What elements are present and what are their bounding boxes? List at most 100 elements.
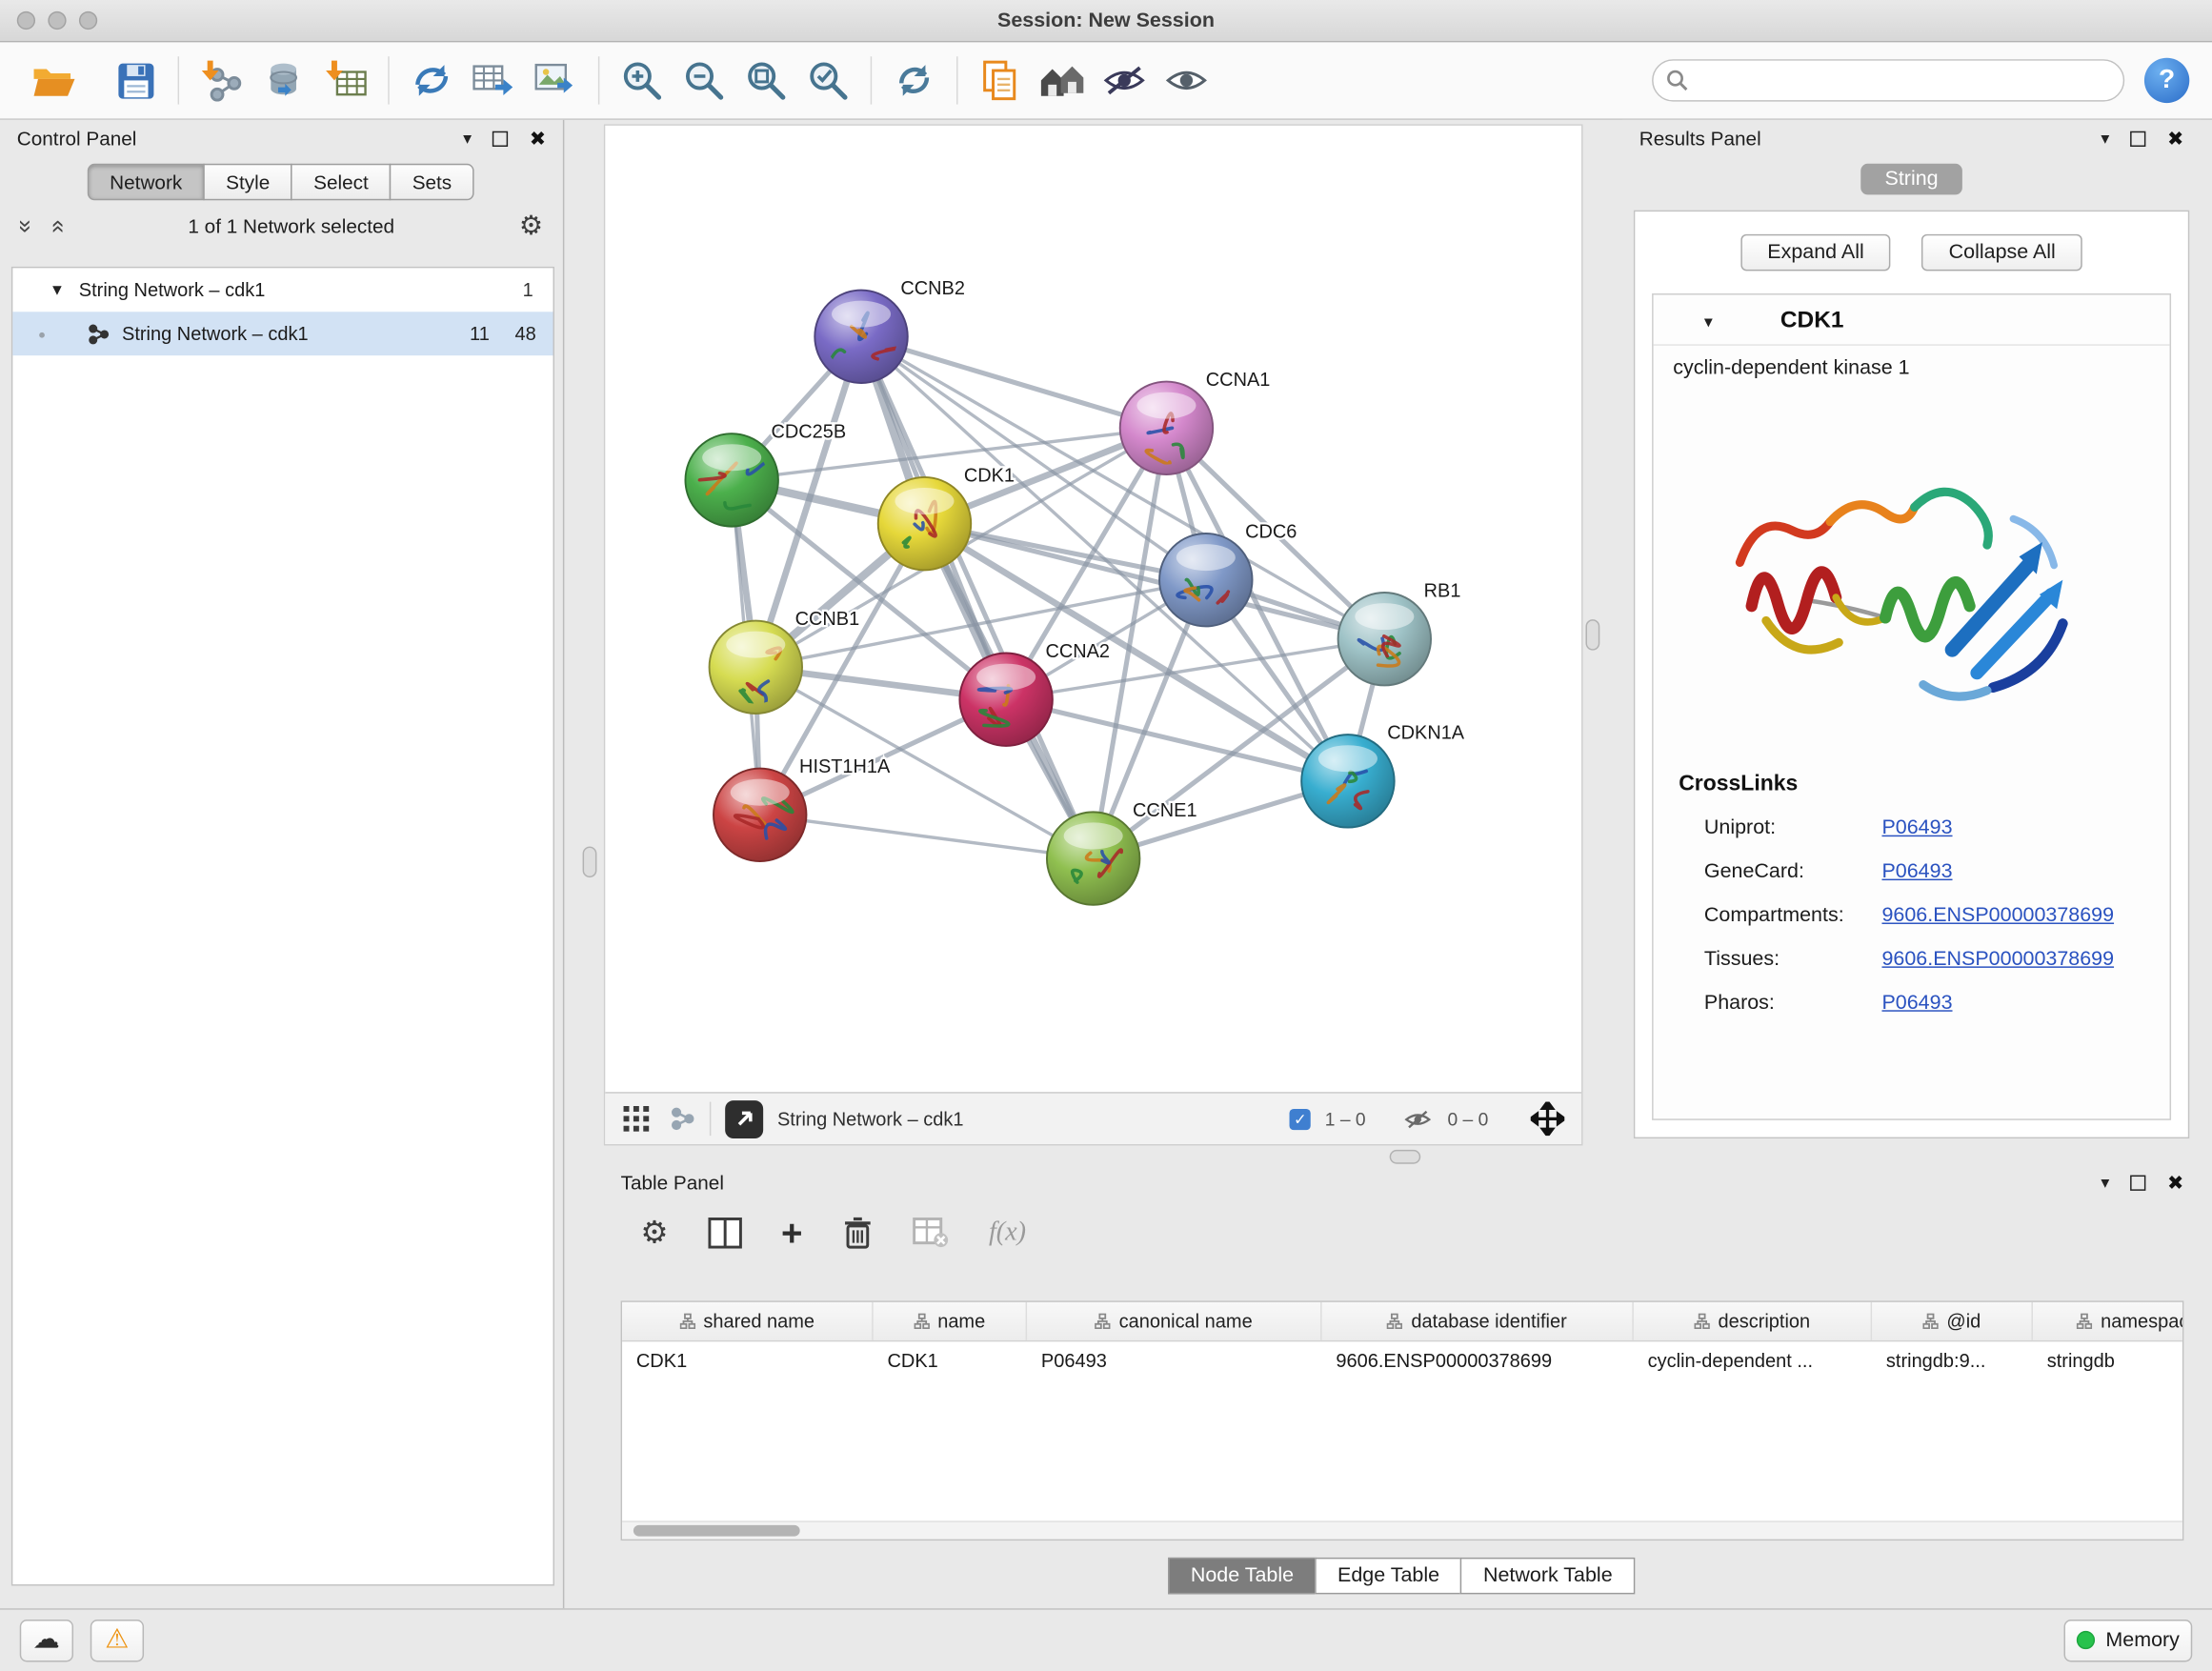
zoom-selected-button[interactable]	[797, 50, 859, 111]
close-panel-icon[interactable]: ✖	[2167, 129, 2183, 149]
crosslink-link[interactable]: 9606.ENSP00000378699	[1881, 903, 2114, 926]
column-header-canonical-name[interactable]: canonical name	[1027, 1302, 1322, 1340]
scrollbar-thumb[interactable]	[633, 1525, 800, 1537]
selected-checkbox-icon[interactable]: ✓	[1290, 1108, 1311, 1129]
zoom-in-button[interactable]	[611, 50, 673, 111]
import-database-button[interactable]	[252, 50, 314, 111]
crosslink-link[interactable]: P06493	[1881, 816, 1952, 839]
control-tab-style[interactable]: Style	[203, 164, 292, 201]
import-table-button[interactable]	[314, 50, 376, 111]
copy-button[interactable]	[969, 50, 1031, 111]
search-input[interactable]	[1652, 59, 2124, 101]
expand-all-icon[interactable]: »	[45, 219, 69, 232]
cloud-status-button[interactable]: ☁	[20, 1619, 73, 1661]
collapse-all-icon[interactable]: »	[14, 219, 38, 232]
minimize-window-button[interactable]	[48, 11, 66, 30]
export-image-button[interactable]	[525, 50, 587, 111]
network-edge[interactable]	[861, 336, 1094, 858]
collapse-all-button[interactable]: Collapse All	[1921, 234, 2081, 272]
table-tab-node-table[interactable]: Node Table	[1168, 1558, 1317, 1595]
clone-network-button[interactable]	[401, 50, 463, 111]
hidden-eye-slash-icon[interactable]	[1402, 1108, 1434, 1129]
table-row[interactable]: CDK1CDK1P064939606.ENSP00000378699cyclin…	[622, 1341, 2182, 1379]
table-settings-gear-icon[interactable]: ⚙	[640, 1218, 668, 1249]
close-panel-icon[interactable]: ✖	[530, 129, 546, 149]
column-header-database-identifier[interactable]: database identifier	[1322, 1302, 1634, 1340]
column-header-shared-name[interactable]: shared name	[622, 1302, 874, 1340]
table-tab-network-table[interactable]: Network Table	[1460, 1558, 1635, 1595]
float-panel-icon[interactable]	[493, 131, 508, 146]
hide-details-button[interactable]	[1094, 50, 1156, 111]
open-session-button[interactable]	[23, 50, 85, 111]
help-button[interactable]: ?	[2144, 58, 2189, 103]
bottom-splitter-handle[interactable]	[1390, 1150, 1421, 1164]
control-tab-select[interactable]: Select	[291, 164, 391, 201]
control-tab-network[interactable]: Network	[87, 164, 204, 201]
left-splitter-handle[interactable]	[583, 847, 597, 878]
chevron-down-icon[interactable]: ▾	[1704, 312, 1713, 330]
pan-move-icon[interactable]	[1531, 1102, 1565, 1137]
node-gloss	[1176, 544, 1236, 571]
home-layout-button[interactable]	[1032, 50, 1094, 111]
warnings-button[interactable]: ⚠	[90, 1619, 144, 1661]
save-icon	[116, 61, 154, 99]
network-collection-row[interactable]: ▼ String Network – cdk1 1	[12, 268, 553, 312]
memory-button[interactable]: Memory	[2063, 1619, 2192, 1661]
zoom-fit-button[interactable]	[735, 50, 797, 111]
chevron-down-icon[interactable]: ▾	[2101, 130, 2109, 147]
delete-column-trash-icon[interactable]	[842, 1217, 874, 1251]
control-tab-sets[interactable]: Sets	[390, 164, 474, 201]
close-panel-icon[interactable]: ✖	[2167, 1173, 2183, 1193]
table-cell[interactable]: 9606.ENSP00000378699	[1322, 1341, 1634, 1379]
network-canvas[interactable]: CCNB2CCNA1CDC25BCDK1CDC6RB1CCNB1CCNA2CDK…	[605, 126, 1581, 1092]
add-column-icon[interactable]: +	[781, 1215, 802, 1252]
horizontal-scrollbar[interactable]	[622, 1520, 2182, 1539]
zoom-window-button[interactable]	[79, 11, 97, 30]
column-header-name[interactable]: name	[874, 1302, 1027, 1340]
crosslink-link[interactable]: P06493	[1881, 991, 1952, 1014]
chevron-down-icon[interactable]: ▾	[2101, 1174, 2109, 1191]
results-panel-header: Results Panel ▾ ✖	[1622, 120, 2201, 157]
function-builder-icon[interactable]: f(x)	[989, 1218, 1026, 1249]
network-row-selected[interactable]: ● String Network – cdk1 11 48	[12, 312, 553, 355]
node-gloss	[726, 632, 785, 658]
table-cell[interactable]: CDK1	[874, 1341, 1027, 1379]
chevron-down-icon[interactable]: ▾	[463, 130, 472, 147]
delete-table-icon[interactable]	[913, 1218, 950, 1249]
right-splitter-handle[interactable]	[1585, 619, 1599, 651]
column-header-namespace[interactable]: namespace	[2033, 1302, 2183, 1340]
expander-icon[interactable]: ▼	[50, 281, 65, 298]
table-cell[interactable]: stringdb	[2033, 1341, 2183, 1379]
expand-all-button[interactable]: Expand All	[1740, 234, 1891, 272]
table-cell[interactable]: P06493	[1027, 1341, 1322, 1379]
table-cell[interactable]: CDK1	[622, 1341, 874, 1379]
float-panel-icon[interactable]	[2131, 1175, 2146, 1190]
crosslink-link[interactable]: 9606.ENSP00000378699	[1881, 947, 2114, 970]
show-details-button[interactable]	[1156, 50, 1217, 111]
refresh-button[interactable]	[883, 50, 945, 111]
crosslink-link[interactable]: P06493	[1881, 860, 1952, 883]
grid-view-icon[interactable]	[622, 1105, 651, 1134]
save-session-button[interactable]	[105, 50, 167, 111]
table-cell[interactable]: stringdb:9...	[1872, 1341, 2033, 1379]
network-edge[interactable]	[861, 336, 1166, 428]
gear-icon[interactable]: ⚙	[519, 212, 543, 239]
select-columns-icon[interactable]	[708, 1218, 742, 1249]
protein-section-header[interactable]: ▾ CDK1	[1654, 295, 2170, 346]
table-cell[interactable]: cyclin-dependent ...	[1634, 1341, 1872, 1379]
table-tab-edge-table[interactable]: Edge Table	[1315, 1558, 1461, 1595]
control-panel-header: Control Panel ▾ ✖	[0, 120, 563, 157]
column-header-description[interactable]: description	[1634, 1302, 1872, 1340]
window-title: Session: New Session	[0, 10, 2212, 32]
crosslink-row: GeneCard:P06493	[1704, 849, 2170, 893]
network-edge[interactable]	[760, 815, 1094, 858]
birdseye-view-button[interactable]	[725, 1099, 763, 1137]
zoom-out-button[interactable]	[673, 50, 734, 111]
close-window-button[interactable]	[17, 11, 35, 30]
column-header-@id[interactable]: @id	[1872, 1302, 2033, 1340]
import-network-button[interactable]	[191, 50, 252, 111]
network-view-icon[interactable]	[670, 1106, 695, 1132]
export-table-button[interactable]	[463, 50, 525, 111]
tab-string[interactable]: String	[1860, 164, 1961, 195]
float-panel-icon[interactable]	[2131, 131, 2146, 146]
